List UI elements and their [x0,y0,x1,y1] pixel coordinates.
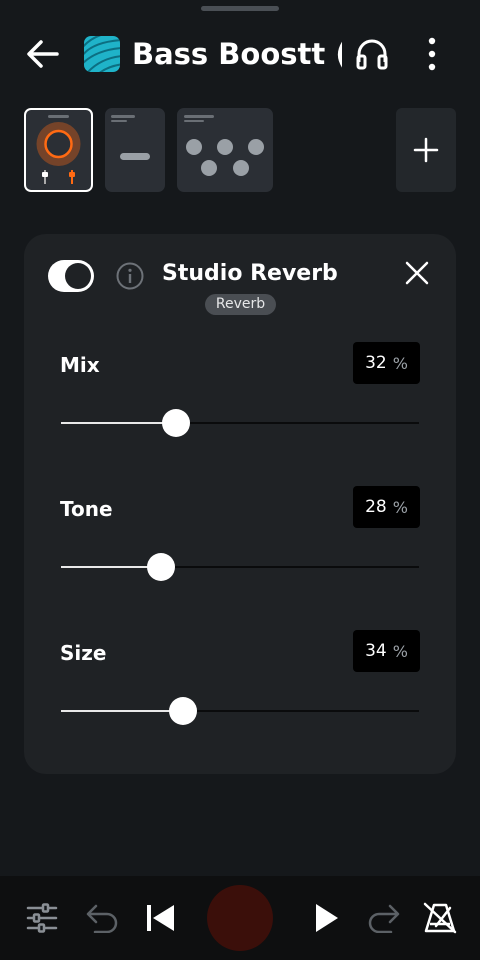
redo-icon [368,904,400,933]
play-button[interactable] [306,898,346,938]
add-effect-button[interactable] [396,108,456,192]
skip-back-button[interactable] [140,898,180,938]
record-button[interactable] [207,885,273,951]
app-logo-icon [84,36,120,72]
project-title: Bass Boostt (… [132,37,342,71]
close-icon [405,261,429,285]
size-label: Size [60,641,107,665]
slider-thumb[interactable] [161,409,190,437]
metronome-icon [423,902,457,934]
close-effect-button[interactable] [400,256,434,290]
back-button[interactable] [22,36,62,72]
redo-button[interactable] [364,898,404,938]
mixer-button[interactable] [22,898,62,938]
undo-button[interactable] [82,898,122,938]
mix-value: 32 [365,353,387,373]
slider-fill [61,566,162,568]
effect-thumb-slider-preview [111,115,150,160]
slider-thumb[interactable] [168,697,197,725]
transport-bar [0,876,480,960]
effect-type-badge: Reverb [205,294,276,315]
undo-icon [86,904,118,933]
mix-value-field[interactable]: 32% [353,342,420,384]
slider-fill [61,710,183,712]
size-slider[interactable] [61,696,419,726]
plus-icon [413,137,439,163]
tone-value: 28 [365,497,387,517]
tone-value-field[interactable]: 28% [353,486,420,528]
size-value: 34 [365,641,387,661]
effect-thumb-knob[interactable] [24,108,93,192]
arrow-left-icon [27,40,59,68]
effect-thumb-knobs[interactable] [177,108,273,192]
toggle-knob [65,263,91,289]
more-options-button[interactable] [412,34,452,74]
play-icon [316,904,338,932]
size-unit: % [392,641,408,661]
effect-thumb-knob-preview [36,115,81,184]
tone-label: Tone [60,497,113,521]
mix-label: Mix [60,353,100,377]
effect-thumb-knobs-preview [184,115,264,176]
info-icon[interactable] [116,262,144,290]
skip-back-icon [147,905,174,931]
effect-enable-toggle[interactable] [48,260,94,292]
mix-unit: % [392,353,408,373]
slider-fill [61,422,176,424]
effect-thumb-slider[interactable] [105,108,165,192]
more-vertical-icon [428,37,436,71]
tone-slider[interactable] [61,552,419,582]
top-bar: Bass Boostt (… [0,24,480,84]
sliders-icon [26,903,58,933]
mix-slider[interactable] [61,408,419,438]
metronome-button[interactable] [420,898,460,938]
effect-title: Studio Reverb [162,261,338,286]
size-value-field[interactable]: 34% [353,630,420,672]
slider-thumb[interactable] [147,553,176,581]
effect-panel: Studio Reverb Reverb Mix 32% Tone 28% Si… [24,234,456,774]
drag-handle[interactable] [201,6,279,11]
headphones-icon [356,39,388,70]
tone-unit: % [392,497,408,517]
headphones-button[interactable] [352,34,392,74]
